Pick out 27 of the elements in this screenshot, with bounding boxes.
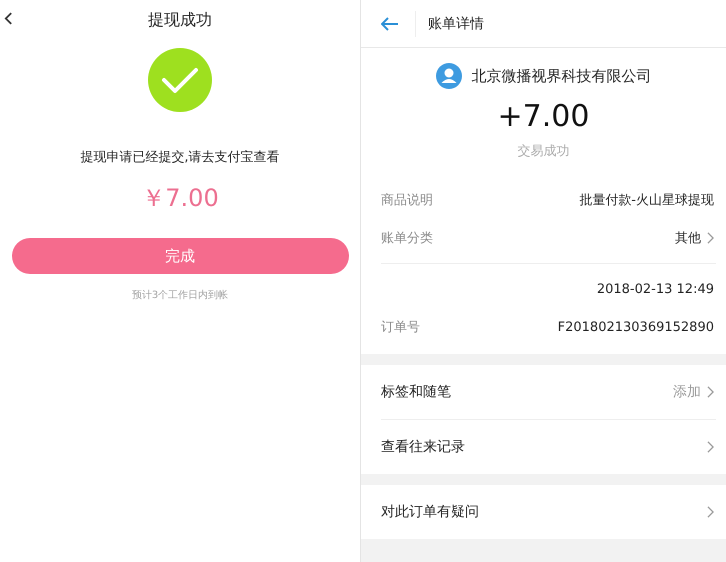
note-text: 预计3个工作日内到帐 bbox=[132, 288, 228, 302]
field-label: 订单号 bbox=[381, 319, 420, 336]
amount-text: +7.00 bbox=[498, 99, 590, 134]
page-title: 账单详情 bbox=[428, 14, 484, 32]
back-arrow-icon[interactable] bbox=[381, 16, 399, 30]
field-value: F201802130369152890 bbox=[558, 320, 714, 334]
status-text: 交易成功 bbox=[518, 143, 570, 160]
menu-item[interactable]: 标签和随笔 bbox=[381, 383, 451, 401]
avatar-icon bbox=[436, 63, 462, 89]
status-message: 提现申请已经提交,请去支付宝查看 bbox=[80, 149, 280, 166]
field-label: 商品说明 bbox=[381, 192, 433, 209]
payee-name: 北京微播视界科技有限公司 bbox=[472, 66, 652, 86]
chevron-icon bbox=[707, 441, 714, 453]
amount-text: ￥7.00 bbox=[141, 183, 219, 214]
chevron-icon bbox=[707, 232, 714, 244]
field-value: 批量付款-火山星球提现 bbox=[579, 192, 714, 209]
menu-item[interactable]: 查看往来记录 bbox=[381, 438, 465, 456]
field-value: 添加 bbox=[673, 383, 701, 401]
back-icon[interactable] bbox=[4, 11, 13, 26]
field-value: 2018-02-13 12:49 bbox=[596, 282, 714, 296]
page-title: 提现成功 bbox=[148, 10, 212, 30]
check-icon bbox=[148, 48, 212, 112]
field-value: 其他 bbox=[675, 230, 701, 247]
menu-item[interactable]: 账单分类 bbox=[381, 229, 433, 247]
menu-item[interactable]: 对此订单有疑问 bbox=[381, 503, 479, 521]
chevron-icon bbox=[707, 386, 714, 398]
chevron-icon bbox=[707, 506, 714, 518]
